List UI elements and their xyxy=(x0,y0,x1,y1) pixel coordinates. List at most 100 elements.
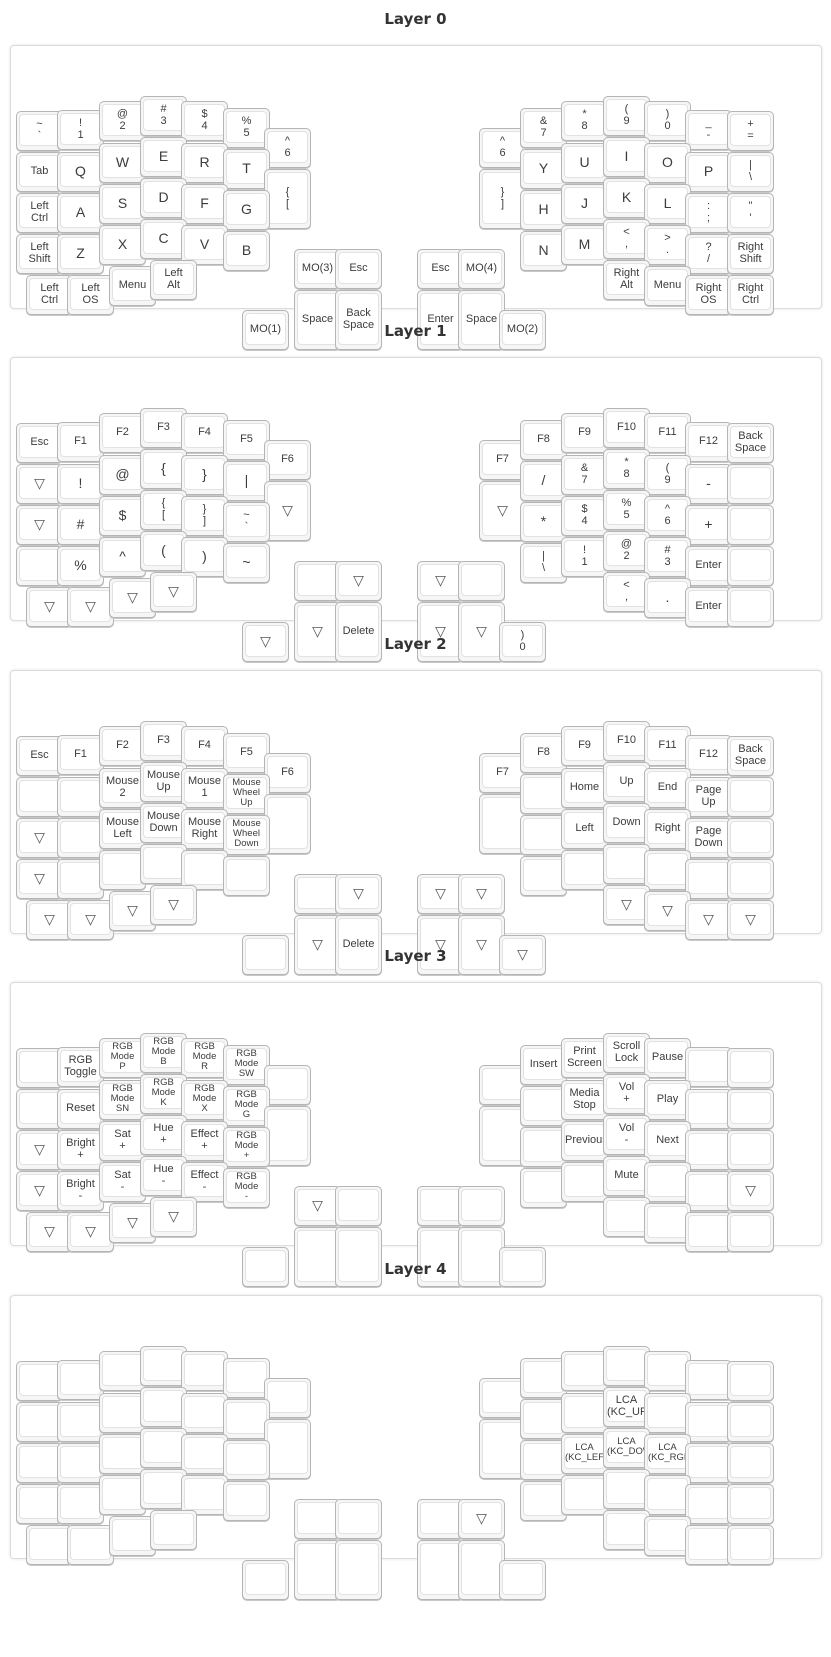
key-blank[interactable] xyxy=(109,1516,156,1556)
key-down[interactable]: Down xyxy=(603,803,650,843)
key-blank[interactable] xyxy=(727,1089,774,1129)
key-blank[interactable] xyxy=(479,1065,526,1105)
key-mo-4[interactable]: MO(4) xyxy=(458,249,505,289)
key-2[interactable]: @ 2 xyxy=(603,531,650,571)
key-mouse-up[interactable]: Mouse Up xyxy=(140,762,187,802)
key-6[interactable]: ^ 6 xyxy=(479,128,526,168)
key-a[interactable]: A xyxy=(57,193,104,233)
key-f[interactable]: F xyxy=(181,184,228,224)
key-space[interactable]: Space xyxy=(294,290,341,350)
key-blank[interactable]: } ] xyxy=(479,169,526,229)
key-right-alt[interactable]: Right Alt xyxy=(603,260,650,300)
key-blank[interactable]: ? / xyxy=(685,234,732,274)
key-blank[interactable] xyxy=(603,1469,650,1509)
key-s[interactable]: S xyxy=(99,184,146,224)
key-blank[interactable] xyxy=(57,1443,104,1483)
key-blank[interactable]: ▽ xyxy=(16,818,63,858)
key-blank[interactable] xyxy=(16,1484,63,1524)
key-play[interactable]: Play xyxy=(644,1080,691,1120)
key-previous[interactable]: Previous xyxy=(561,1121,608,1161)
key-rgb-mode-sn[interactable]: RGB Mode SN xyxy=(99,1080,146,1120)
key-f11[interactable]: F11 xyxy=(644,726,691,766)
key-enter[interactable]: Enter xyxy=(685,587,732,627)
key-left[interactable]: Left xyxy=(561,809,608,849)
key-blank[interactable]: ▽ xyxy=(417,561,464,601)
key-esc[interactable]: Esc xyxy=(335,249,382,289)
key-e[interactable]: E xyxy=(140,137,187,177)
key-lca-kc-down[interactable]: LCA (KC_DOWN) xyxy=(603,1428,662,1468)
key-blank[interactable]: ▽ xyxy=(16,1130,63,1170)
key-blank[interactable] xyxy=(644,1393,691,1433)
key-blank[interactable]: < , xyxy=(603,572,650,612)
key-blank[interactable] xyxy=(644,1162,691,1202)
key-blank[interactable]: > . xyxy=(644,225,691,265)
key-blank[interactable] xyxy=(561,1393,608,1433)
key-8[interactable]: * 8 xyxy=(561,101,608,141)
key-sat[interactable]: Sat + xyxy=(99,1121,146,1161)
key-vol[interactable]: Vol + xyxy=(603,1074,650,1114)
key-lca-kc-rght[interactable]: LCA (KC_RGHT) xyxy=(644,1434,700,1474)
key-f3[interactable]: F3 xyxy=(140,721,187,761)
key-blank[interactable] xyxy=(685,1402,732,1442)
key-5[interactable]: % 5 xyxy=(603,490,650,530)
key-f3[interactable]: F3 xyxy=(140,408,187,448)
key-left-os[interactable]: Left OS xyxy=(67,275,114,315)
key-blank[interactable] xyxy=(417,1499,464,1539)
key-blank[interactable]: ▽ xyxy=(294,602,341,662)
key-blank[interactable] xyxy=(264,1106,311,1166)
key-blank[interactable] xyxy=(335,1186,382,1226)
key-blank[interactable]: ▽ xyxy=(417,915,464,975)
key-blank[interactable]: ▽ xyxy=(458,915,505,975)
key-pause[interactable]: Pause xyxy=(644,1038,691,1078)
key-f2[interactable]: F2 xyxy=(99,726,146,766)
key-f5[interactable]: F5 xyxy=(223,420,270,460)
key-blank[interactable] xyxy=(294,1540,341,1600)
key-k[interactable]: K xyxy=(603,178,650,218)
key-w[interactable]: W xyxy=(99,143,146,183)
key-menu[interactable]: Menu xyxy=(109,266,156,306)
key-blank[interactable] xyxy=(520,1086,567,1126)
key-mouse-right[interactable]: Mouse Right xyxy=(181,809,228,849)
key-f7[interactable]: F7 xyxy=(479,753,526,793)
key-4[interactable]: $ 4 xyxy=(181,101,228,141)
key-blank[interactable]: " ' xyxy=(727,193,774,233)
key-left-ctrl[interactable]: Left Ctrl xyxy=(26,275,73,315)
key-blank[interactable] xyxy=(685,1443,732,1483)
key-blank[interactable] xyxy=(685,859,732,899)
key-blank[interactable] xyxy=(335,1499,382,1539)
key-3[interactable]: # 3 xyxy=(140,96,187,136)
key-2[interactable]: @ 2 xyxy=(99,101,146,141)
key-rgb-mode-p[interactable]: RGB Mode P xyxy=(99,1038,146,1078)
key-blank[interactable] xyxy=(140,1469,187,1509)
key-blank[interactable]: ▽ xyxy=(16,464,63,504)
key-blank[interactable] xyxy=(140,1428,187,1468)
key-blank[interactable] xyxy=(57,859,104,899)
key-f4[interactable]: F4 xyxy=(181,726,228,766)
key-blank[interactable] xyxy=(264,1065,311,1105)
key-blank[interactable] xyxy=(520,1481,567,1521)
key-blank[interactable] xyxy=(16,546,63,586)
key-blank[interactable] xyxy=(264,1419,311,1479)
key-blank[interactable]: ▽ xyxy=(458,874,505,914)
key-blank[interactable] xyxy=(223,856,270,896)
key-blank[interactable]: ▽ xyxy=(335,561,382,601)
key-blank[interactable]: ▽ xyxy=(109,891,156,931)
key-f12[interactable]: F12 xyxy=(685,735,732,775)
key-menu[interactable]: Menu xyxy=(644,266,691,306)
key-reset[interactable]: Reset xyxy=(57,1089,104,1129)
key-left-shift[interactable]: Left Shift xyxy=(16,234,63,274)
key-blank[interactable] xyxy=(57,1360,104,1400)
key-blank[interactable]: / xyxy=(520,461,567,501)
key-blank[interactable] xyxy=(57,1402,104,1442)
key-blank[interactable] xyxy=(727,1212,774,1252)
key-5[interactable]: % 5 xyxy=(223,108,270,148)
key-insert[interactable]: Insert xyxy=(520,1045,567,1085)
key-blank[interactable] xyxy=(727,587,774,627)
key-blank[interactable] xyxy=(644,1351,691,1391)
key-home[interactable]: Home xyxy=(561,768,608,808)
key-media-stop[interactable]: Media Stop xyxy=(561,1080,608,1120)
key-blank[interactable] xyxy=(181,1393,228,1433)
key-blank[interactable] xyxy=(181,850,228,890)
key-blank[interactable]: ▽ xyxy=(685,900,732,940)
key-back-space[interactable]: Back Space xyxy=(727,736,774,776)
